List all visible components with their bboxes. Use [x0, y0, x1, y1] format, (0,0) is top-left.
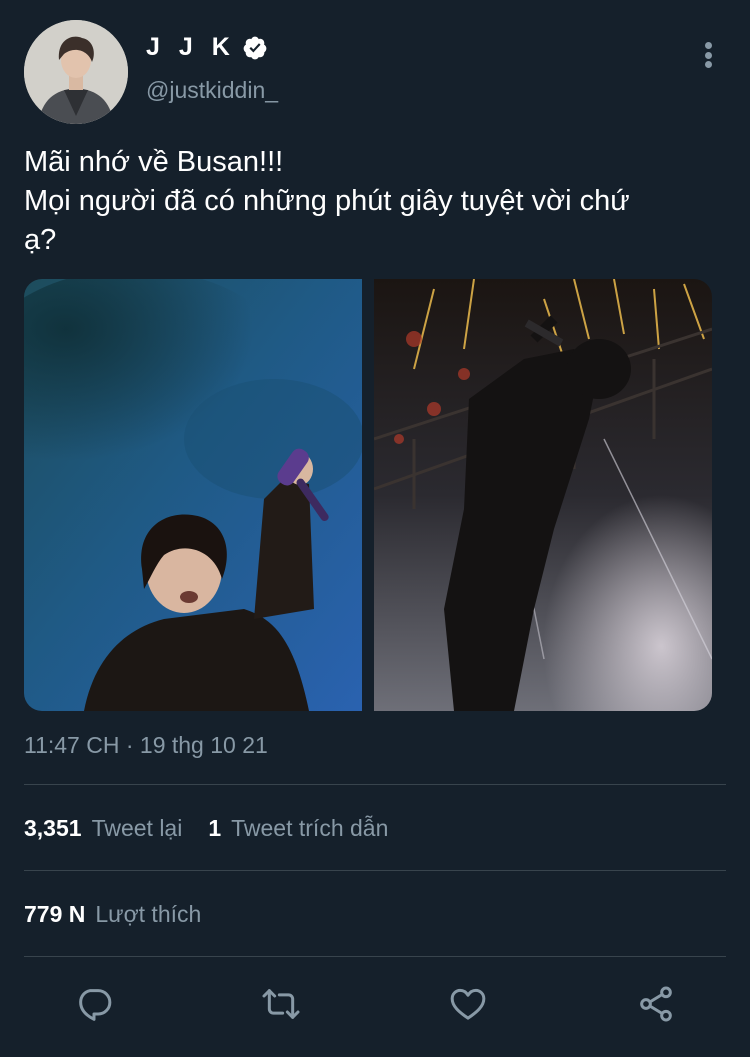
more-options-icon[interactable] — [694, 38, 722, 72]
reply-button[interactable] — [72, 978, 116, 1030]
tweet-text: Mãi nhớ về Busan!!! Mọi người đã có nhữn… — [24, 143, 734, 260]
reply-icon — [79, 989, 112, 1021]
tweet-timestamp[interactable]: 11:47 CH · 19 thg 10 21 — [24, 732, 268, 759]
retweet-icon — [262, 989, 300, 1019]
user-handle[interactable]: @justkiddin_ — [146, 77, 278, 104]
display-name[interactable]: J J K — [146, 33, 236, 62]
retweet-button[interactable] — [259, 978, 303, 1030]
divider — [24, 784, 726, 785]
author-name-row[interactable]: J J K — [146, 33, 268, 62]
likes-label: Lượt thích — [95, 901, 202, 927]
like-button[interactable] — [446, 978, 490, 1030]
more-dot — [704, 42, 712, 49]
likes-count: 779 N — [24, 901, 86, 927]
heart-icon — [450, 988, 486, 1020]
share-button[interactable] — [634, 978, 678, 1030]
more-dot — [704, 51, 712, 59]
retweet-stats-row: 3,351 Tweet lại 1 Tweet trích dẫn — [24, 815, 388, 842]
concert-photo-fireworks — [374, 279, 712, 711]
tweet-action-bar — [0, 978, 750, 1034]
tweet-media-grid — [24, 279, 712, 711]
quotes-stat[interactable]: 1 Tweet trích dẫn — [208, 815, 388, 842]
verified-badge-icon — [243, 36, 267, 59]
retweets-count: 3,351 — [24, 815, 82, 841]
retweets-stat[interactable]: 3,351 Tweet lại — [24, 815, 182, 842]
likes-stat-row[interactable]: 779 N Lượt thích — [24, 901, 201, 928]
avatar-image — [24, 20, 128, 124]
media-photo-1[interactable] — [24, 279, 362, 711]
tweet-text-line: Mọi người đã có những phút giây tuyệt vờ… — [24, 185, 630, 217]
divider — [24, 956, 726, 957]
media-photo-2[interactable] — [374, 279, 712, 711]
divider — [24, 870, 726, 871]
quotes-count: 1 — [208, 815, 222, 841]
avatar[interactable] — [24, 20, 128, 124]
more-dot — [704, 61, 712, 68]
share-icon — [640, 986, 672, 1022]
quotes-label: Tweet trích dẫn — [231, 815, 389, 841]
tweet-text-line: Mãi nhớ về Busan!!! — [24, 146, 284, 178]
concert-photo-blue-stage — [24, 279, 362, 711]
retweets-label: Tweet lại — [91, 815, 183, 841]
tweet-text-line: ạ? — [24, 224, 57, 256]
